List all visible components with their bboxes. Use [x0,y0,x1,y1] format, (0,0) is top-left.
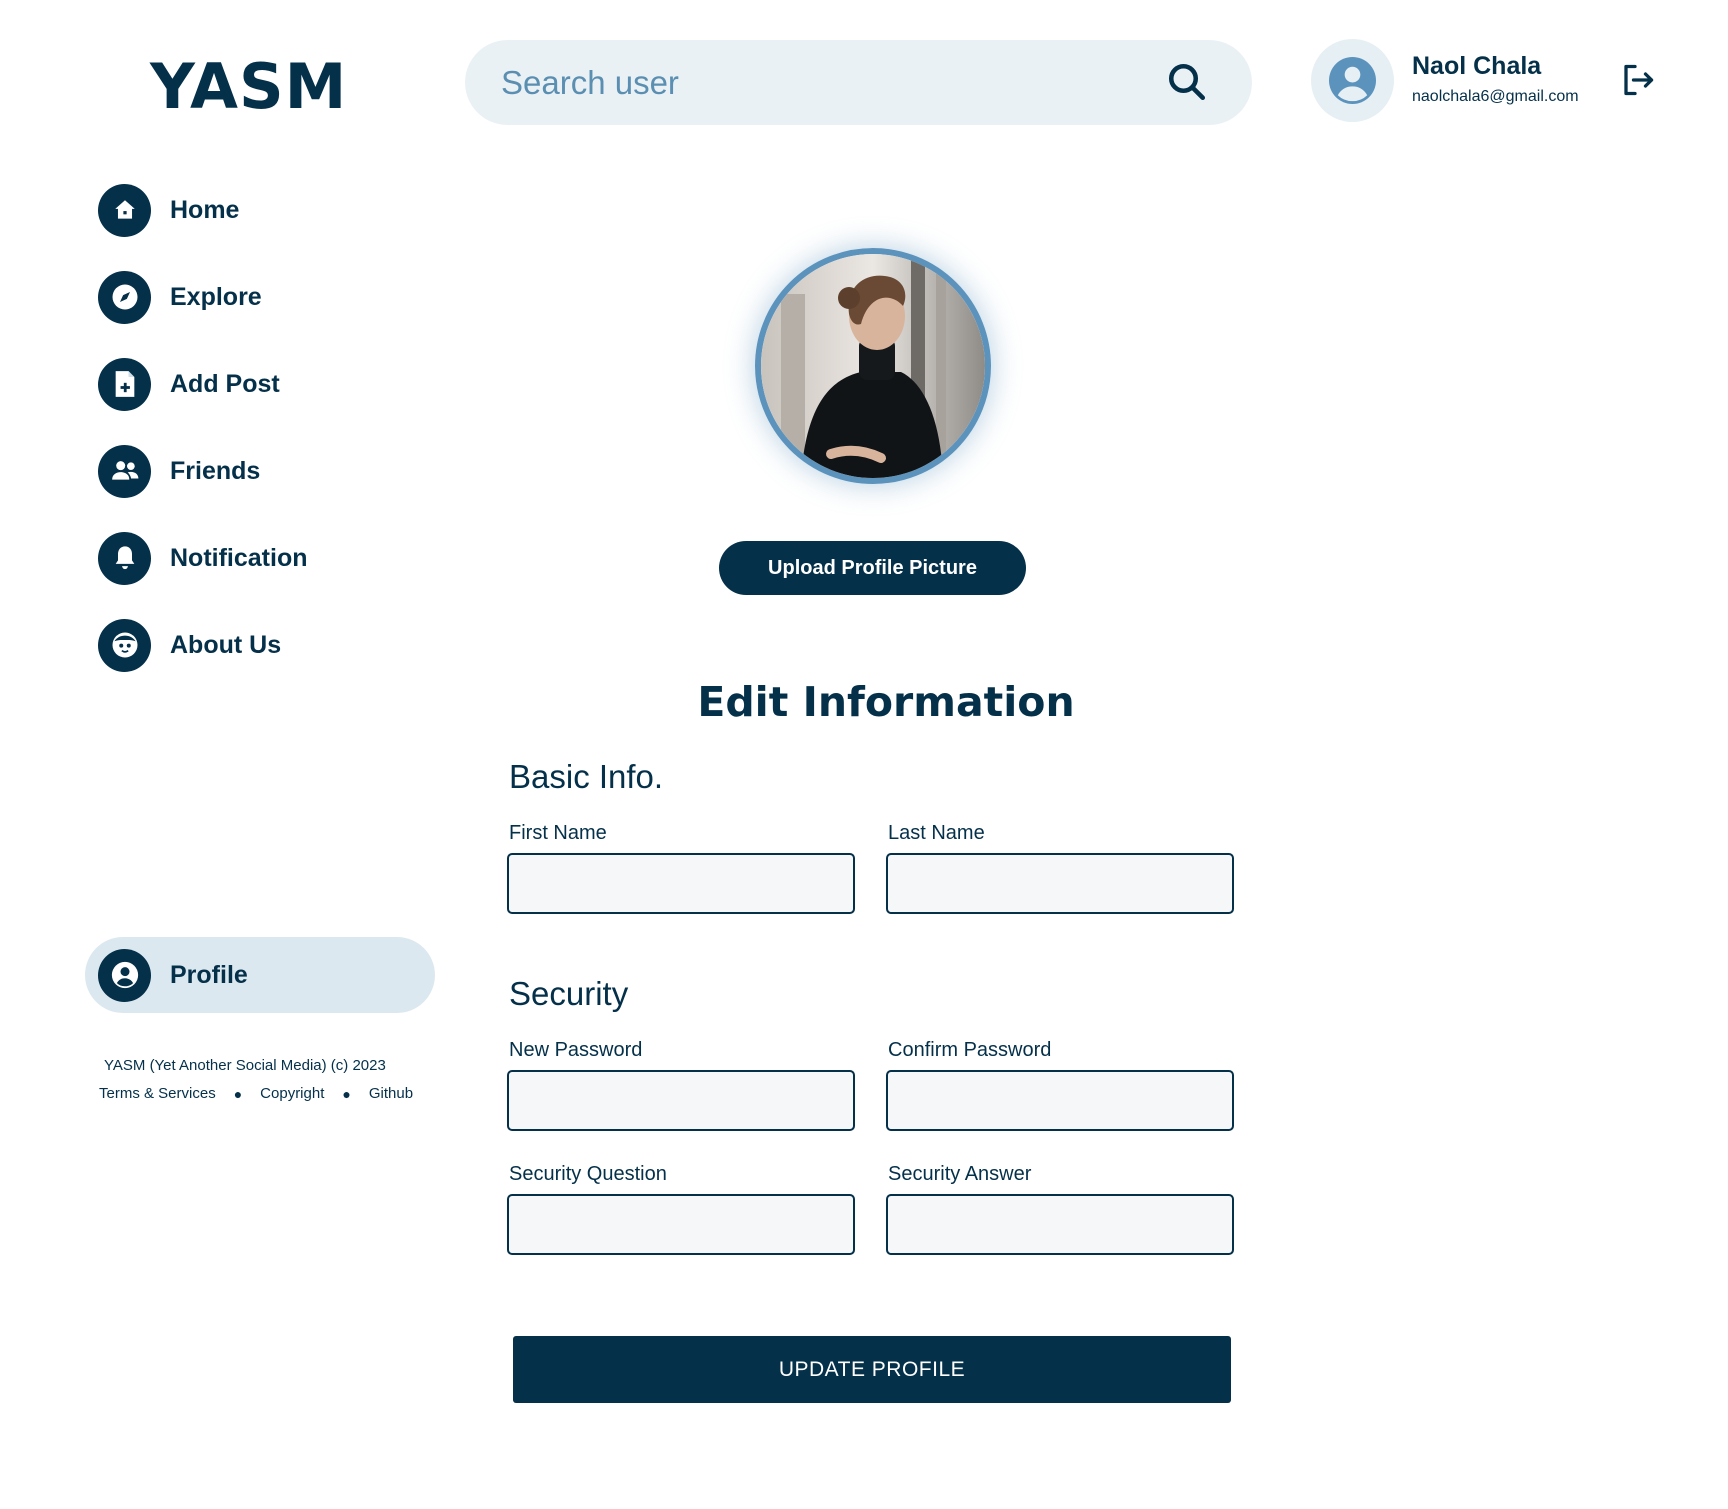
app-logo[interactable]: YASM [150,50,347,123]
last-name-label: Last Name [888,822,985,844]
user-email: naolchala6@gmail.com [1412,88,1579,105]
footer-copyright: YASM (Yet Another Social Media) (c) 2023 [104,1057,386,1074]
new-password-label: New Password [509,1039,643,1061]
first-name-label: First Name [509,822,607,844]
profile-photo [761,254,985,478]
sidebar-item-label: Profile [170,960,248,989]
user-circle-icon [98,948,151,1002]
user-circle-icon [1329,57,1376,104]
sidebar-item-add-post[interactable]: Add Post [98,357,428,411]
security-question-label: Security Question [509,1163,667,1185]
profile-picture [755,248,991,484]
confirm-password-label: Confirm Password [888,1039,1052,1061]
separator-dot: ● [233,1085,243,1102]
compass-icon [98,270,151,324]
security-question-field[interactable] [507,1194,855,1255]
search-bar [465,40,1252,125]
upload-profile-picture-button[interactable]: Upload Profile Picture [719,541,1026,595]
search-icon[interactable] [1166,61,1208,103]
sidebar-item-profile[interactable]: Profile [85,937,435,1013]
face-icon [98,618,151,672]
confirm-password-field[interactable] [886,1070,1234,1131]
sidebar-item-notification[interactable]: Notification [98,531,428,585]
add-document-icon [98,357,151,411]
security-answer-field[interactable] [886,1194,1234,1255]
security-heading: Security [509,975,629,1012]
new-password-field[interactable] [507,1070,855,1131]
avatar[interactable] [1311,39,1394,122]
sidebar-item-label: About Us [170,630,282,659]
last-name-field[interactable] [886,853,1234,914]
sidebar-item-friends[interactable]: Friends [98,444,428,498]
search-input[interactable] [501,40,1141,125]
home-icon [98,183,151,237]
user-name: Naol Chala [1412,52,1542,80]
sidebar-item-label: Add Post [170,369,280,398]
sidebar-item-explore[interactable]: Explore [98,270,428,324]
basic-info-heading: Basic Info. [509,758,664,795]
sidebar-item-home[interactable]: Home [98,183,428,237]
logout-icon[interactable] [1620,62,1656,98]
sidebar-item-label: Explore [170,282,262,311]
sidebar-item-label: Notification [170,543,308,572]
footer-links: Terms & Services ● Copyright ● Github [99,1085,413,1102]
separator-dot: ● [342,1085,351,1102]
first-name-field[interactable] [507,853,855,914]
sidebar-item-label: Home [170,195,240,224]
bell-icon [98,531,151,585]
footer-link-terms[interactable]: Terms & Services [99,1085,216,1102]
footer-link-copyright[interactable]: Copyright [260,1085,324,1102]
footer-link-github[interactable]: Github [369,1085,413,1102]
update-profile-button[interactable]: UPDATE PROFILE [513,1336,1231,1403]
security-answer-label: Security Answer [888,1163,1032,1185]
sidebar-item-label: Friends [170,456,261,485]
page-title: Edit Information [697,678,1075,726]
sidebar-item-about-us[interactable]: About Us [98,618,428,672]
users-icon [98,444,151,498]
